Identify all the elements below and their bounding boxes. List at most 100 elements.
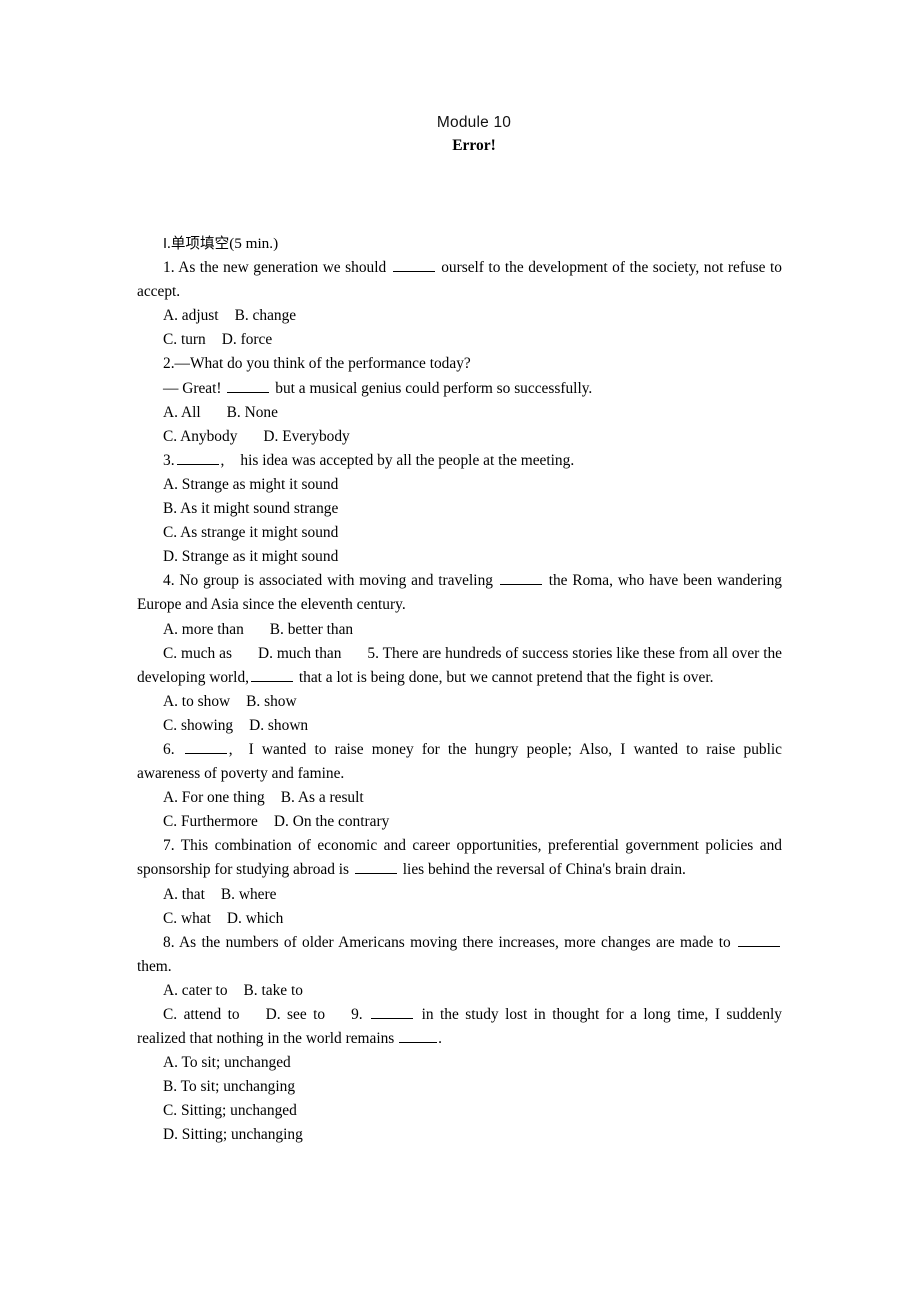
option-b[interactable]: B. As a result <box>281 789 364 806</box>
option-line: A. adjust B. change <box>137 304 782 328</box>
option-line: A. more than B. better than <box>137 618 782 642</box>
option-b[interactable]: B. better than <box>270 621 353 638</box>
answer-blank[interactable] <box>399 1030 438 1044</box>
option-a[interactable]: A. that <box>163 886 205 903</box>
question-number: 1. <box>163 259 175 277</box>
option-line: B. To sit; unchanging <box>137 1075 782 1099</box>
answer-blank[interactable] <box>392 259 435 273</box>
option-line: C. Furthermore D. On the contrary <box>137 810 782 834</box>
option-b[interactable]: B. None <box>227 404 278 421</box>
option-d[interactable]: D. see to <box>266 1006 326 1023</box>
option-b[interactable]: B. show <box>246 693 296 710</box>
page-title: Module 10 <box>436 114 512 131</box>
option-line: A. To sit; unchanged <box>137 1051 782 1075</box>
option-b[interactable]: B. To sit; unchanging <box>163 1078 295 1095</box>
answer-blank[interactable] <box>227 380 270 393</box>
option-line: C. showing D. shown <box>137 714 782 738</box>
question-number: 5. <box>367 644 379 662</box>
option-d[interactable]: D. On the contrary <box>274 813 389 830</box>
answer-blank[interactable] <box>738 934 780 947</box>
question-number: 6. <box>163 740 175 758</box>
option-line: C. Sitting; unchanged <box>137 1099 782 1123</box>
option-line: A. For one thing B. As a result <box>137 786 782 810</box>
option-a[interactable]: A. to show <box>163 693 230 710</box>
option-a[interactable]: A. Strange as might it sound <box>163 476 338 493</box>
option-d[interactable]: D. shown <box>249 717 308 734</box>
option-c[interactable]: C. turn <box>163 331 206 348</box>
question-text: —What do you think of the performance to… <box>174 355 471 373</box>
option-b[interactable]: B. where <box>221 886 277 903</box>
option-c[interactable]: C. Furthermore <box>163 813 258 830</box>
section-heading: Ⅰ.单项填空(5 min.) <box>137 232 782 256</box>
option-c[interactable]: C. much as <box>163 645 232 662</box>
question-text: As the new generation we should <box>178 259 387 277</box>
question-stem: 8. As the numbers of older Americans mov… <box>137 931 782 979</box>
answer-blank[interactable] <box>499 572 542 586</box>
question-number: 2. <box>163 355 175 373</box>
dialogue-reply-tail: but a musical genius could perform so su… <box>275 379 593 397</box>
option-line: A. cater to B. take to <box>137 979 782 1003</box>
answer-blank[interactable] <box>251 669 293 682</box>
option-line: A. to show B. show <box>137 690 782 714</box>
question-stem: 1. As the new generation we should ourse… <box>137 256 782 304</box>
option-c[interactable]: C. what <box>163 910 211 927</box>
question-text-tail: them. <box>137 957 172 975</box>
answer-blank[interactable] <box>371 1006 414 1019</box>
question-text: No group is associated with moving and t… <box>179 572 493 590</box>
option-line-with-next-question: C. much as D. much than 5. There are hundr… <box>137 642 782 690</box>
question-period: . <box>438 1030 443 1048</box>
option-line: C. As strange it might sound <box>137 521 782 545</box>
option-b[interactable]: B. As it might sound strange <box>163 500 338 517</box>
option-a[interactable]: A. All <box>163 404 201 421</box>
option-c[interactable]: C. attend to <box>163 1006 240 1023</box>
option-line: A. Strange as might it sound <box>137 473 782 497</box>
document-body: Ⅰ.单项填空(5 min.) 1. As the new generation … <box>137 232 782 1148</box>
section-time: (5 min.) <box>229 235 279 252</box>
question-comma: , <box>220 451 225 469</box>
option-d[interactable]: D. force <box>222 331 272 348</box>
question-text-tail: that a lot is being done, but we cannot … <box>298 668 714 686</box>
question-stem: 2.—What do you think of the performance … <box>137 352 782 376</box>
option-a[interactable]: A. For one thing <box>163 789 265 806</box>
option-b[interactable]: B. change <box>235 307 297 324</box>
option-a[interactable]: A. To sit; unchanged <box>163 1054 291 1071</box>
option-c[interactable]: C. Anybody <box>163 428 237 445</box>
option-line: A. All B. None <box>137 401 782 425</box>
option-a[interactable]: A. adjust <box>163 307 219 324</box>
option-d[interactable]: D. which <box>227 910 283 927</box>
question-text: I wanted to raise money for the hungry p… <box>137 740 782 783</box>
option-c[interactable]: C. Sitting; unchanged <box>163 1102 297 1119</box>
option-a[interactable]: A. more than <box>163 621 244 638</box>
option-d[interactable]: D. much than <box>258 645 341 662</box>
option-b[interactable]: B. take to <box>244 982 303 999</box>
option-d[interactable]: D. Strange as it might sound <box>163 548 338 565</box>
question-stem: 7. This combination of economic and care… <box>137 834 782 882</box>
question-text: his idea was accepted by all the people … <box>240 451 575 469</box>
page-subtitle: Error! <box>452 137 496 154</box>
option-c[interactable]: C. As strange it might sound <box>163 524 338 541</box>
option-line: D. Strange as it might sound <box>137 545 782 569</box>
section-title-cjk: 单项填空 <box>170 235 230 252</box>
option-line: C. what D. which <box>137 907 782 931</box>
question-stem: 6. ,I wanted to raise money for the hung… <box>137 738 782 786</box>
question-number: 7. <box>163 837 175 855</box>
answer-blank[interactable] <box>354 861 397 875</box>
question-stem: 4. No group is associated with moving an… <box>137 569 782 617</box>
option-line: C. Anybody D. Everybody <box>137 425 782 449</box>
option-a[interactable]: A. cater to <box>163 982 228 999</box>
option-d[interactable]: D. Everybody <box>263 428 349 445</box>
question-stem: 3., his idea was accepted by all the peop… <box>137 449 782 473</box>
question-number: 8. <box>163 933 175 951</box>
option-d[interactable]: D. Sitting; unchanging <box>163 1126 303 1143</box>
question-number: 9. <box>351 1006 363 1023</box>
question-text: As the numbers of older Americans moving… <box>179 933 731 951</box>
dialogue-reply: — Great! <box>163 379 222 397</box>
answer-blank[interactable] <box>184 741 227 754</box>
option-c[interactable]: C. showing <box>163 717 233 734</box>
answer-blank[interactable] <box>176 452 219 465</box>
option-line: A. that B. where <box>137 883 782 907</box>
document-page: Module 10 Error! Ⅰ.单项填空(5 min.) 1. As th… <box>0 0 920 1302</box>
question-text-tail: lies behind the reversal of China's brai… <box>402 861 686 879</box>
question-stem-line2: — Great! but a musical genius could perf… <box>137 377 782 401</box>
option-line: D. Sitting; unchanging <box>137 1123 782 1147</box>
